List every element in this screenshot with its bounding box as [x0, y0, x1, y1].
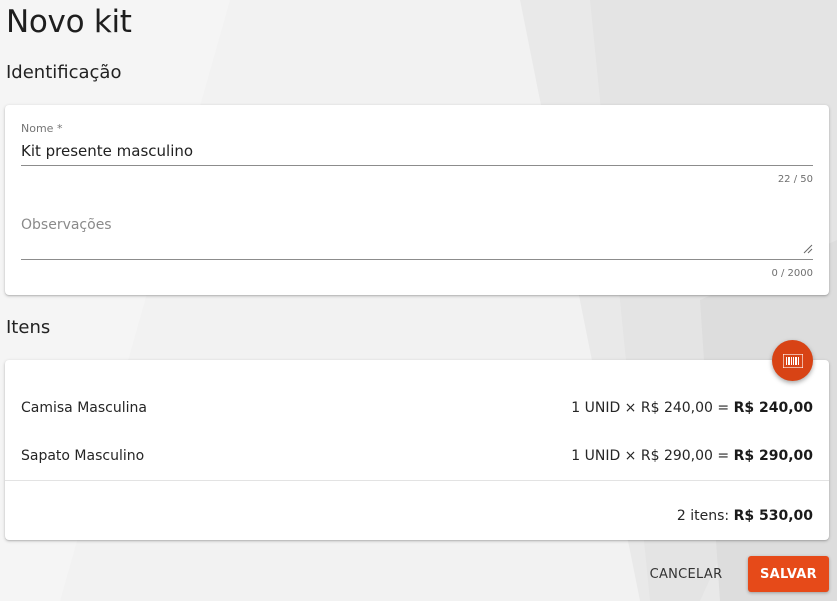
items-total-label: 2 itens:	[676, 508, 734, 524]
section-title-identification: Identificação	[6, 62, 122, 83]
name-field[interactable]: Kit presente masculino	[21, 142, 193, 160]
page-title: Novo kit	[6, 4, 132, 40]
list-item: Sapato Masculino 1 UNID × R$ 290,00 = R$…	[21, 446, 813, 466]
save-button[interactable]: SALVAR	[748, 556, 829, 592]
barcode-scan-button[interactable]	[772, 340, 813, 381]
notes-field[interactable]: Observações	[21, 217, 112, 233]
name-field-label: Nome *	[21, 122, 63, 135]
items-total-value: R$ 530,00	[733, 508, 813, 524]
cancel-button[interactable]: CANCELAR	[640, 556, 732, 592]
item-name: Sapato Masculino	[21, 448, 145, 464]
kit-form-page: Novo kit Identificação Nome * Kit presen…	[0, 0, 837, 601]
item-subtotal: R$ 290,00	[733, 448, 813, 464]
identification-card: Nome * Kit presente masculino 22 / 50 Ob…	[5, 105, 829, 295]
resize-handle-icon[interactable]	[803, 244, 813, 254]
list-item: Camisa Masculina 1 UNID × R$ 240,00 = R$…	[21, 398, 813, 418]
item-calc-text: 1 UNID × R$ 290,00 =	[571, 448, 734, 464]
items-divider	[5, 480, 829, 481]
barcode-icon	[782, 353, 803, 368]
item-calc: 1 UNID × R$ 240,00 = R$ 240,00	[571, 400, 813, 416]
section-title-items: Itens	[6, 317, 51, 338]
name-field-underline	[21, 165, 813, 166]
item-calc: 1 UNID × R$ 290,00 = R$ 290,00	[571, 448, 813, 464]
name-field-counter: 22 / 50	[777, 174, 813, 185]
notes-field-counter: 0 / 2000	[771, 268, 813, 279]
item-name: Camisa Masculina	[21, 400, 147, 416]
item-calc-text: 1 UNID × R$ 240,00 =	[571, 400, 734, 416]
notes-field-underline	[21, 259, 813, 260]
item-subtotal: R$ 240,00	[733, 400, 813, 416]
items-total: 2 itens: R$ 530,00	[677, 508, 813, 524]
items-card: Camisa Masculina 1 UNID × R$ 240,00 = R$…	[5, 360, 829, 540]
